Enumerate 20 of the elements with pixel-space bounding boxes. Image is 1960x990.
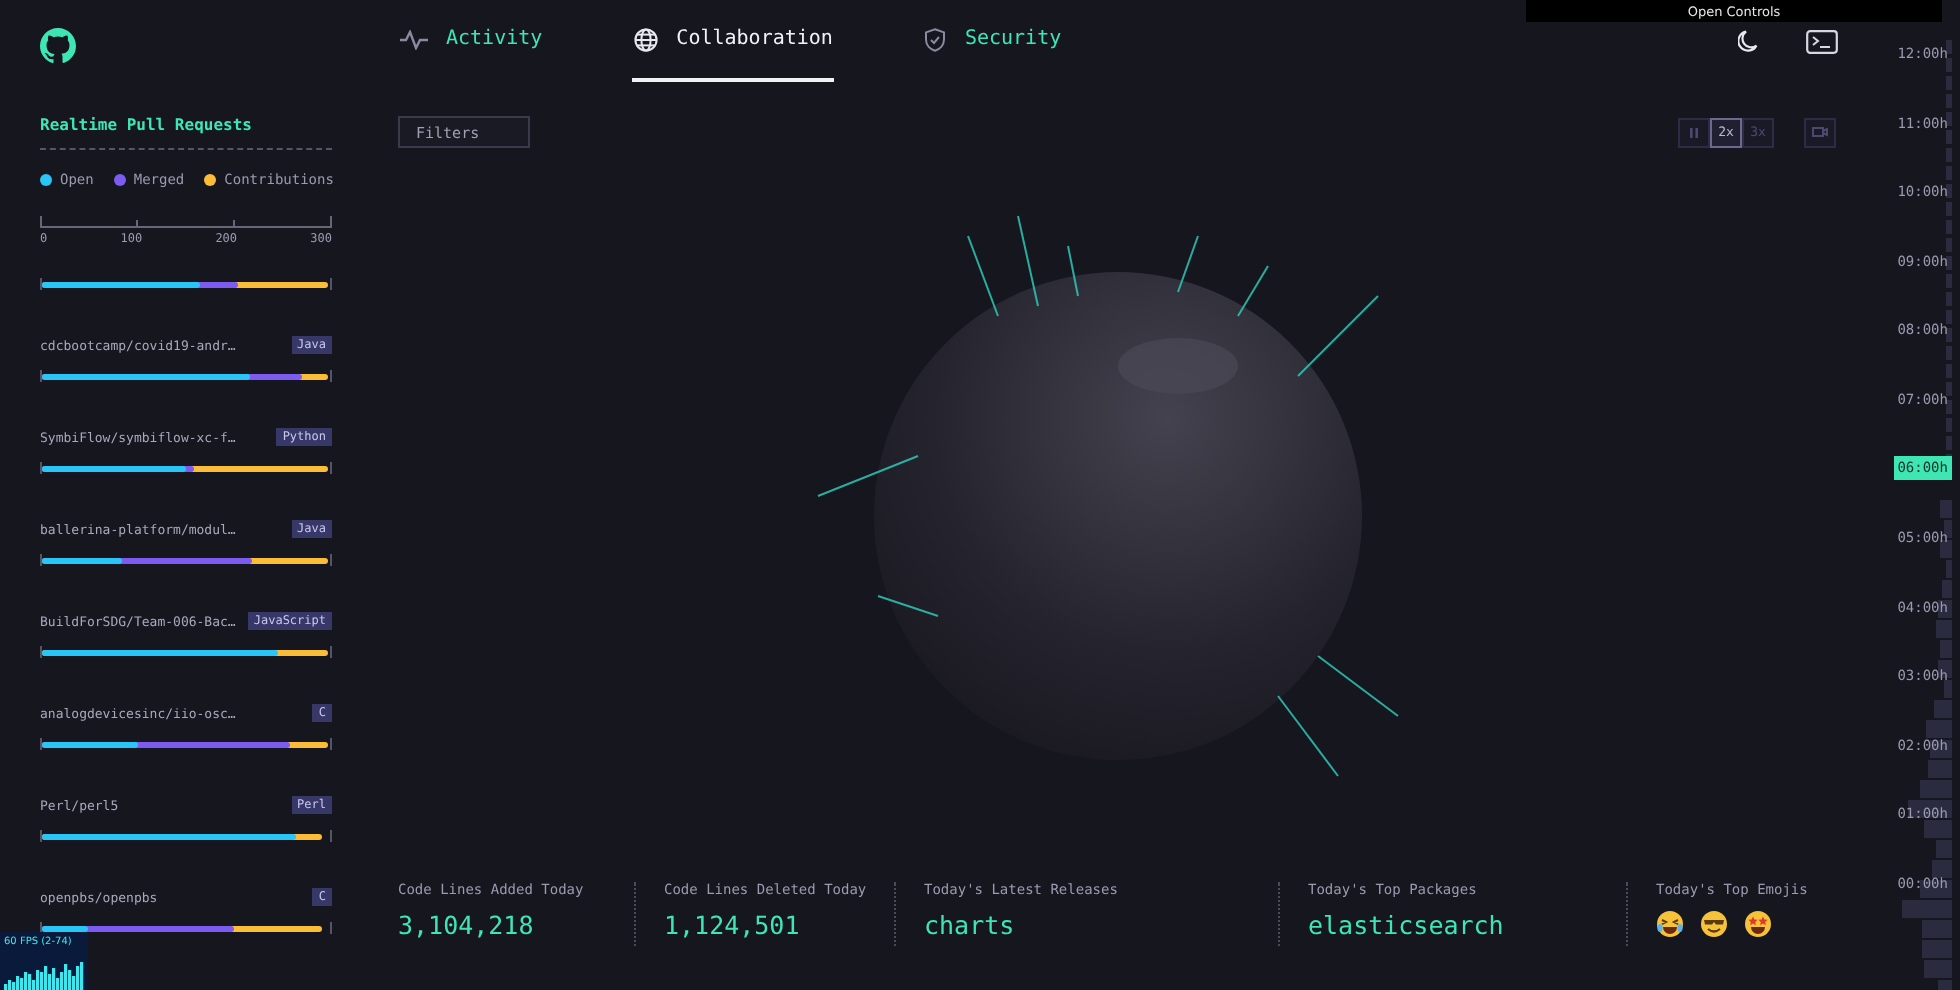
- laughing-face-icon: [1656, 910, 1684, 938]
- sunglasses-face-icon: [1700, 910, 1728, 938]
- camera-icon: [1812, 126, 1828, 138]
- shield-icon: [924, 27, 947, 51]
- terminal-icon[interactable]: [1806, 29, 1838, 53]
- panel-title: Realtime Pull Requests: [40, 116, 332, 150]
- nav-tab[interactable]: Security: [922, 0, 1064, 82]
- moon-icon[interactable]: [1738, 30, 1758, 52]
- stat-value: charts: [924, 910, 1017, 940]
- nav-tab[interactable]: Activity: [398, 0, 545, 82]
- pulse-icon: [400, 29, 428, 49]
- nav-tab[interactable]: Collaboration: [632, 0, 835, 82]
- stat-value: elasticsearch: [1308, 910, 1506, 940]
- github-logo-icon[interactable]: [40, 28, 76, 64]
- star-eyes-face-icon: [1744, 910, 1772, 938]
- stat-value: 1,124,501: [664, 910, 802, 940]
- pause-icon: [1690, 127, 1698, 137]
- fps-graph-drawing: [4, 958, 84, 990]
- globe-icon: [634, 27, 659, 51]
- stat-value: 3,104,218: [398, 910, 536, 940]
